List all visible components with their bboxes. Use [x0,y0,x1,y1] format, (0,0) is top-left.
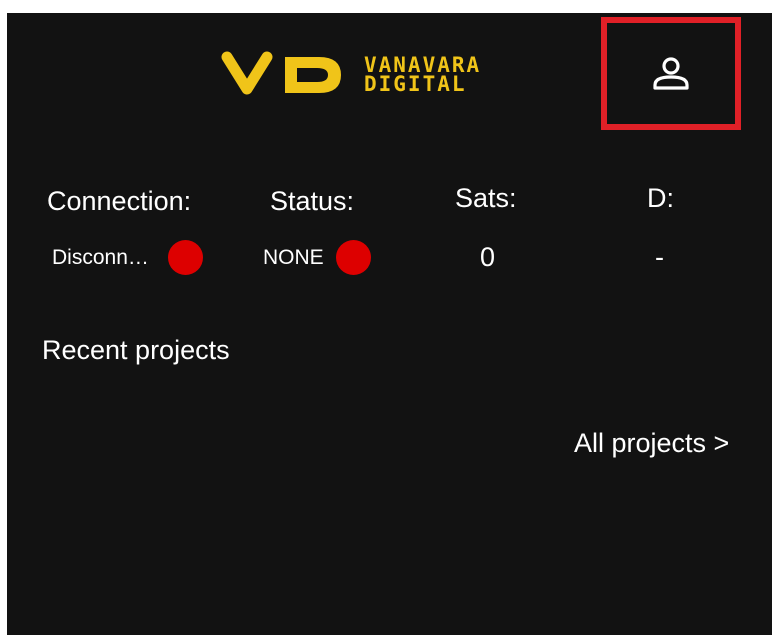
vd-logo-mark [221,51,341,95]
brand-name-line2: DIGITAL [364,72,467,96]
app-screen: VANAVARA DIGITAL Connection: Status: Sat… [7,13,772,635]
all-projects-link[interactable]: All projects > [574,428,729,459]
user-icon [653,56,689,90]
sats-label: Sats: [455,183,517,213]
status-value: NONE [263,246,324,269]
connection-value: Disconn… [52,246,149,269]
brand-name: VANAVARA DIGITAL [364,55,481,96]
d-label: D: [647,183,674,213]
brand-logo: VANAVARA DIGITAL [221,51,571,111]
recent-projects-title: Recent projects [42,335,230,365]
sats-value: 0 [480,242,496,272]
connection-label: Connection: [47,186,192,216]
connection-status-indicator [168,240,203,275]
status-indicator [336,240,371,275]
profile-button[interactable] [601,17,741,130]
d-value: - [655,242,664,272]
status-label: Status: [270,186,355,216]
